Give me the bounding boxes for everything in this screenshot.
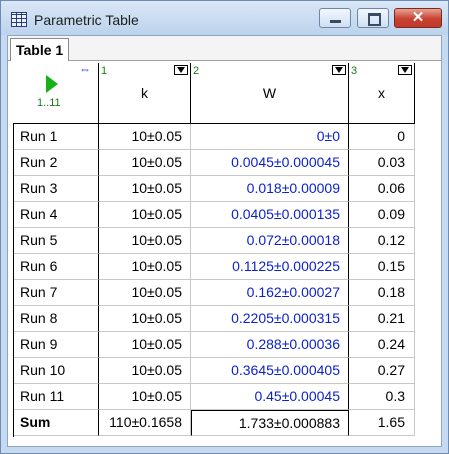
parametric-table-window: Parametric Table ✕ Table 1 ⇔ 1..11 1 k 2…: [0, 0, 449, 454]
table-content: Table 1 ⇔ 1..11 1 k 2 W 3 x Run 1 10±0.0…: [7, 35, 442, 447]
cell-k[interactable]: 10±0.05: [99, 254, 191, 280]
column-header-w[interactable]: 2 W: [191, 63, 349, 124]
cell-x[interactable]: 0.18: [349, 280, 415, 306]
run-label[interactable]: Run 6: [13, 254, 99, 280]
tab-bar: Table 1: [8, 36, 441, 61]
run-label[interactable]: Run 9: [13, 332, 99, 358]
cell-w[interactable]: 0.018±0.00009: [191, 176, 349, 202]
cell-k[interactable]: 10±0.05: [99, 176, 191, 202]
cell-w[interactable]: 0.162±0.00027: [191, 280, 349, 306]
cell-x[interactable]: 0.27: [349, 358, 415, 384]
cell-x[interactable]: 0.21: [349, 306, 415, 332]
cell-w[interactable]: 0.0045±0.000045: [191, 150, 349, 176]
run-label[interactable]: Run 1: [13, 124, 99, 150]
column-header-k[interactable]: 1 k: [99, 63, 191, 124]
cell-w[interactable]: 0.2205±0.000315: [191, 306, 349, 332]
tab-table-1[interactable]: Table 1: [10, 38, 70, 61]
maximize-icon: [368, 13, 381, 26]
close-icon: ✕: [411, 9, 425, 26]
cell-w[interactable]: 0.0405±0.000135: [191, 202, 349, 228]
window-title: Parametric Table: [34, 12, 139, 28]
cell-x[interactable]: 0.06: [349, 176, 415, 202]
close-button[interactable]: ✕: [394, 8, 442, 28]
column-menu-icon[interactable]: [174, 65, 188, 75]
run-table-icon[interactable]: [46, 75, 58, 93]
column-number: 1: [101, 65, 108, 77]
cell-x[interactable]: 0.24: [349, 332, 415, 358]
cell-w[interactable]: 0.45±0.00045: [191, 384, 349, 410]
cell-x[interactable]: 0: [349, 124, 415, 150]
column-header-x[interactable]: 3 x: [349, 63, 415, 124]
run-label[interactable]: Run 7: [13, 280, 99, 306]
column-name: W: [262, 85, 277, 101]
column-menu-icon[interactable]: [398, 65, 412, 75]
table-icon: [11, 12, 27, 27]
run-label[interactable]: Run 10: [13, 358, 99, 384]
cell-k[interactable]: 10±0.05: [99, 280, 191, 306]
column-number: 2: [193, 65, 200, 77]
row-header-border: [13, 124, 14, 437]
sum-w[interactable]: 1.733±0.000883: [191, 410, 349, 436]
cell-w[interactable]: 0.3645±0.000405: [191, 358, 349, 384]
maximize-button[interactable]: [357, 8, 389, 28]
run-label[interactable]: Run 8: [13, 306, 99, 332]
sum-x[interactable]: 1.65: [349, 410, 415, 436]
cell-k[interactable]: 10±0.05: [99, 150, 191, 176]
cell-k[interactable]: 10±0.05: [99, 358, 191, 384]
cell-w[interactable]: 0.072±0.00018: [191, 228, 349, 254]
run-label[interactable]: Run 5: [13, 228, 99, 254]
run-label[interactable]: Run 11: [13, 384, 99, 410]
run-label[interactable]: Run 2: [13, 150, 99, 176]
sum-label: Sum: [13, 410, 99, 436]
column-menu-icon[interactable]: [332, 65, 346, 75]
cell-k[interactable]: 10±0.05: [99, 228, 191, 254]
cell-k[interactable]: 10±0.05: [99, 332, 191, 358]
cell-w[interactable]: 0.288±0.00036: [191, 332, 349, 358]
cell-x[interactable]: 0.3: [349, 384, 415, 410]
column-width-arrows-icon[interactable]: ⇔: [70, 63, 100, 75]
minimize-icon: [330, 20, 341, 23]
cell-k[interactable]: 10±0.05: [99, 306, 191, 332]
column-name: k: [141, 85, 148, 101]
column-name: x: [378, 85, 385, 101]
cell-x[interactable]: 0.09: [349, 202, 415, 228]
cell-x[interactable]: 0.15: [349, 254, 415, 280]
minimize-button[interactable]: [319, 8, 351, 28]
run-label[interactable]: Run 4: [13, 202, 99, 228]
cell-w[interactable]: 0±0: [191, 124, 349, 150]
column-number: 3: [351, 65, 358, 77]
cell-w[interactable]: 0.1125±0.000225: [191, 254, 349, 280]
cell-x[interactable]: 0.12: [349, 228, 415, 254]
run-label[interactable]: Run 3: [13, 176, 99, 202]
cell-k[interactable]: 10±0.05: [99, 202, 191, 228]
run-range: 1..11: [37, 97, 61, 109]
cell-k[interactable]: 10±0.05: [99, 384, 191, 410]
cell-x[interactable]: 0.03: [349, 150, 415, 176]
run-table-corner[interactable]: ⇔ 1..11: [13, 63, 99, 124]
cell-k[interactable]: 10±0.05: [99, 124, 191, 150]
sum-k[interactable]: 110±0.1658: [99, 410, 191, 436]
title-bar[interactable]: Parametric Table ✕: [1, 1, 448, 35]
